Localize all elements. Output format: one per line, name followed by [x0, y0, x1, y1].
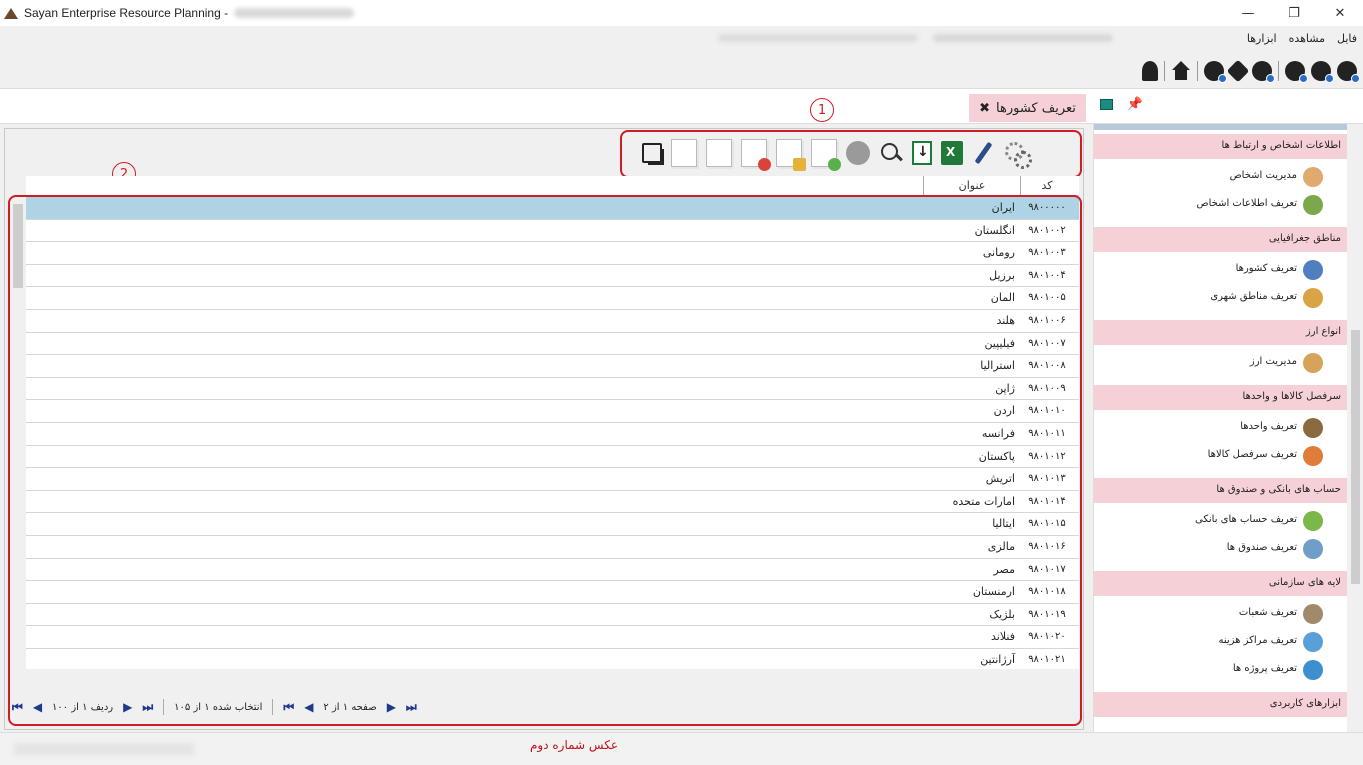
sidebar-section-title: ابزارهای کاربردی [1269, 698, 1341, 709]
blurred-title-text [234, 8, 355, 18]
scrollbar-thumb[interactable] [1351, 330, 1360, 584]
sidebar-item-label: مدیریت اشخاص [1229, 170, 1297, 181]
sidebar-section-header[interactable]: لایه های سازمانی [1094, 571, 1347, 596]
sidebar-section-header[interactable]: ابزارهای کاربردی [1094, 692, 1347, 717]
sidebar-item-label: تعریف کشورها [1235, 263, 1297, 274]
sidebar-item-label: تعریف اطلاعات اشخاص [1196, 198, 1298, 209]
sidebar-item[interactable]: تعریف کشورها [1094, 256, 1347, 284]
tab-close-icon[interactable]: ✖ [979, 101, 990, 116]
sidebar-section-title: مناطق جغرافیایی [1268, 233, 1341, 244]
sidebar-item[interactable]: تعریف سرفصل کالاها [1094, 442, 1347, 470]
sidebar-item-icon [1303, 446, 1323, 466]
annotation-box-toolbar [620, 130, 1082, 178]
sidebar-item-label: تعریف واحدها [1240, 421, 1297, 432]
sidebar-item[interactable]: تعریف حساب های بانکی [1094, 507, 1347, 535]
sidebar-item-icon [1303, 511, 1323, 531]
sidebar-item[interactable]: تعریف مناطق شهری [1094, 284, 1347, 312]
blurred-info-2 [718, 34, 918, 42]
sidebar-item-icon [1303, 632, 1323, 652]
sidebar-item[interactable]: تعریف مراکز هزینه [1094, 628, 1347, 656]
sidebar-item-icon [1303, 288, 1323, 308]
sidebar-item-icon [1303, 660, 1323, 680]
window-title: Sayan Enterprise Resource Planning - [24, 6, 229, 20]
sidebar-section-header[interactable]: حساب های بانکی و صندوق ها [1094, 478, 1347, 503]
minimize-button[interactable]: — [1225, 0, 1271, 26]
rocket-add-icon[interactable] [1337, 61, 1360, 83]
sidebar-item-icon [1303, 604, 1323, 624]
blurred-status-text [14, 743, 194, 755]
sidebar-item-icon [1303, 539, 1323, 559]
sidebar-item-label: تعریف مراکز هزینه [1218, 635, 1297, 646]
sidebar-section-title: حساب های بانکی و صندوق ها [1216, 484, 1341, 495]
menu-view[interactable]: مشاهده [1289, 32, 1325, 45]
pin-icon[interactable]: 📌 [1127, 97, 1143, 112]
menu-tools[interactable]: ابزارها [1247, 32, 1277, 45]
image-caption: عکس شماره دوم [530, 738, 619, 752]
sidebar-item-icon [1303, 418, 1323, 438]
sidebar-item-icon [1303, 167, 1323, 187]
sidebar-item-icon [1303, 195, 1323, 215]
sidebar-section-title: انواع ارز [1305, 326, 1341, 337]
sidebar-item-icon [1303, 260, 1323, 280]
annotation-marker-1: 1 [810, 98, 834, 122]
sidebar-item[interactable]: تعریف اطلاعات اشخاص [1094, 191, 1347, 219]
sidebar-item-label: تعریف سرفصل کالاها [1207, 449, 1297, 460]
sidebar-item-label: تعریف صندوق ها [1226, 542, 1297, 553]
sidebar-pin-area: 📌 [1099, 97, 1143, 112]
sidebar-item-label: تعریف حساب های بانکی [1195, 514, 1297, 525]
status-bar [0, 732, 1363, 765]
sidebar-section-header[interactable]: مناطق جغرافیایی [1094, 227, 1347, 252]
gear-icon[interactable] [1226, 59, 1250, 83]
rocket-close-icon[interactable] [1311, 61, 1334, 83]
blurred-info [933, 34, 1113, 42]
monitor-icon[interactable] [1099, 99, 1113, 110]
tab-define-countries[interactable]: تعریف کشورها ✖ [969, 94, 1086, 122]
home-icon[interactable] [1171, 61, 1191, 81]
column-header-code[interactable]: کد [1021, 179, 1073, 192]
separator [1164, 61, 1165, 81]
sidebar-section-header[interactable]: انواع ارز [1094, 320, 1347, 345]
restore-button[interactable]: ❐ [1271, 0, 1317, 26]
column-header-title[interactable]: عنوان [923, 176, 1021, 196]
sidebar-section-title: لایه های سازمانی [1268, 577, 1341, 588]
sidebar-item[interactable]: تعریف واحدها [1094, 414, 1347, 442]
rocket-check-icon[interactable] [1285, 61, 1308, 83]
sidebar-scrollbar[interactable] [1347, 124, 1363, 732]
app-logo-icon [4, 6, 18, 20]
close-window-button[interactable]: ✕ [1317, 0, 1363, 26]
sidebar-section-header[interactable]: اطلاعات اشخاص و ارتباط ها [1094, 134, 1347, 159]
sidebar-item[interactable]: تعریف صندوق ها [1094, 535, 1347, 563]
sidebar-item-label: تعریف شعبات [1238, 607, 1297, 618]
separator [1197, 61, 1198, 81]
menu-file[interactable]: فایل [1337, 32, 1357, 45]
rocket-info-icon[interactable] [1252, 61, 1275, 83]
tab-label: تعریف کشورها [996, 100, 1076, 116]
annotation-box-grid [8, 195, 1082, 726]
sidebar-section-title: اطلاعات اشخاص و ارتباط ها [1221, 140, 1341, 151]
tab-strip: تعریف کشورها ✖ 📌 [0, 88, 1363, 124]
separator [1278, 61, 1279, 81]
title-bar: Sayan Enterprise Resource Planning - — ❐… [0, 0, 1363, 26]
sidebar-item-icon [1303, 353, 1323, 373]
sidebar-top-strip [1094, 124, 1347, 130]
sidebar-item-label: تعریف مناطق شهری [1210, 291, 1297, 302]
main-toolbar-icons [1142, 59, 1360, 83]
window-controls: — ❐ ✕ [1225, 0, 1363, 26]
sidebar-item[interactable]: مدیریت اشخاص [1094, 163, 1347, 191]
sidebar-section-title: سرفصل کالاها و واحدها [1242, 391, 1341, 402]
sidebar: اطلاعات اشخاص و ارتباط ها مدیریت اشخاص تعر… [1093, 124, 1347, 732]
grid-header: کد عنوان [26, 176, 1079, 196]
sidebar-item[interactable]: تعریف شعبات [1094, 600, 1347, 628]
menu: فایل مشاهده ابزارها [1247, 32, 1357, 45]
sidebar-item[interactable]: مدیریت ارز [1094, 349, 1347, 377]
main-toolbar [0, 54, 1363, 88]
user-icon[interactable] [1142, 61, 1158, 81]
menu-bar: فایل مشاهده ابزارها [0, 26, 1363, 54]
sidebar-item-label: مدیریت ارز [1249, 356, 1297, 367]
sidebar-item[interactable]: تعریف پروژه ها [1094, 656, 1347, 684]
sidebar-item-label: تعریف پروژه ها [1232, 663, 1297, 674]
rocket-down-icon[interactable] [1204, 61, 1227, 83]
sidebar-section-header[interactable]: سرفصل کالاها و واحدها [1094, 385, 1347, 410]
